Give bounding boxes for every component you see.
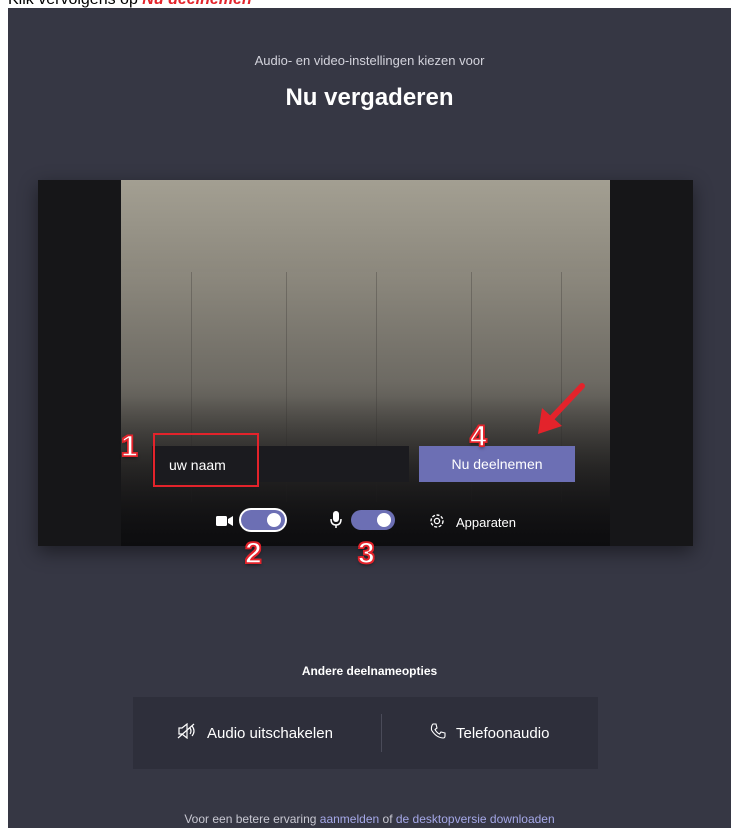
microphone-toggle[interactable] [351,510,395,530]
speaker-off-icon [177,722,207,743]
caption-highlight: Nu deelnemen [142,0,251,8]
camera-toggle-knob [267,513,281,527]
join-now-button[interactable]: Nu deelnemen [419,446,575,482]
phone-icon [430,723,456,743]
page-subtitle: Audio- en video-instellingen kiezen voor [254,53,485,68]
microphone-toggle-knob [377,513,391,527]
footer-middle: of [382,812,393,826]
phone-audio-label: Telefoonaudio [456,724,550,742]
annotation-1: 1 [120,430,138,463]
other-join-options: Audio uitschakelen Telefoonaudio [133,697,598,769]
sign-in-link[interactable]: aanmelden [320,812,379,826]
video-camera-icon [216,514,233,532]
video-preview: uw naam Nu deelnemen Apparaten [38,180,693,546]
footer-prefix: Voor een betere ervaring [184,812,317,826]
phone-audio-button[interactable]: Telefoonaudio [430,697,549,769]
camera-feed [121,180,610,546]
audio-off-label: Audio uitschakelen [207,724,333,742]
devices-button[interactable]: Apparaten [456,515,516,530]
audio-off-button[interactable]: Audio uitschakelen [177,697,333,769]
other-join-options-title: Andere deelnameopties [301,664,438,678]
red-arrow-icon [536,380,588,441]
name-highlight-box [153,433,259,487]
microphone-icon [330,511,342,534]
caption-prefix: Klik vervolgens op [8,0,138,8]
gear-icon[interactable] [428,512,446,535]
page-title: Nu vergaderen [285,84,454,111]
annotation-3: 3 [357,537,375,570]
annotation-4: 4 [469,420,487,453]
download-desktop-link[interactable]: de desktopversie downloaden [396,812,555,826]
camera-toggle[interactable] [241,510,285,530]
teams-prejoin-screen: Audio- en video-instellingen kiezen voor… [8,8,731,828]
footer: Voor een betere ervaring aanmelden of de… [8,812,731,826]
annotation-2: 2 [244,537,262,570]
options-divider [381,714,382,752]
